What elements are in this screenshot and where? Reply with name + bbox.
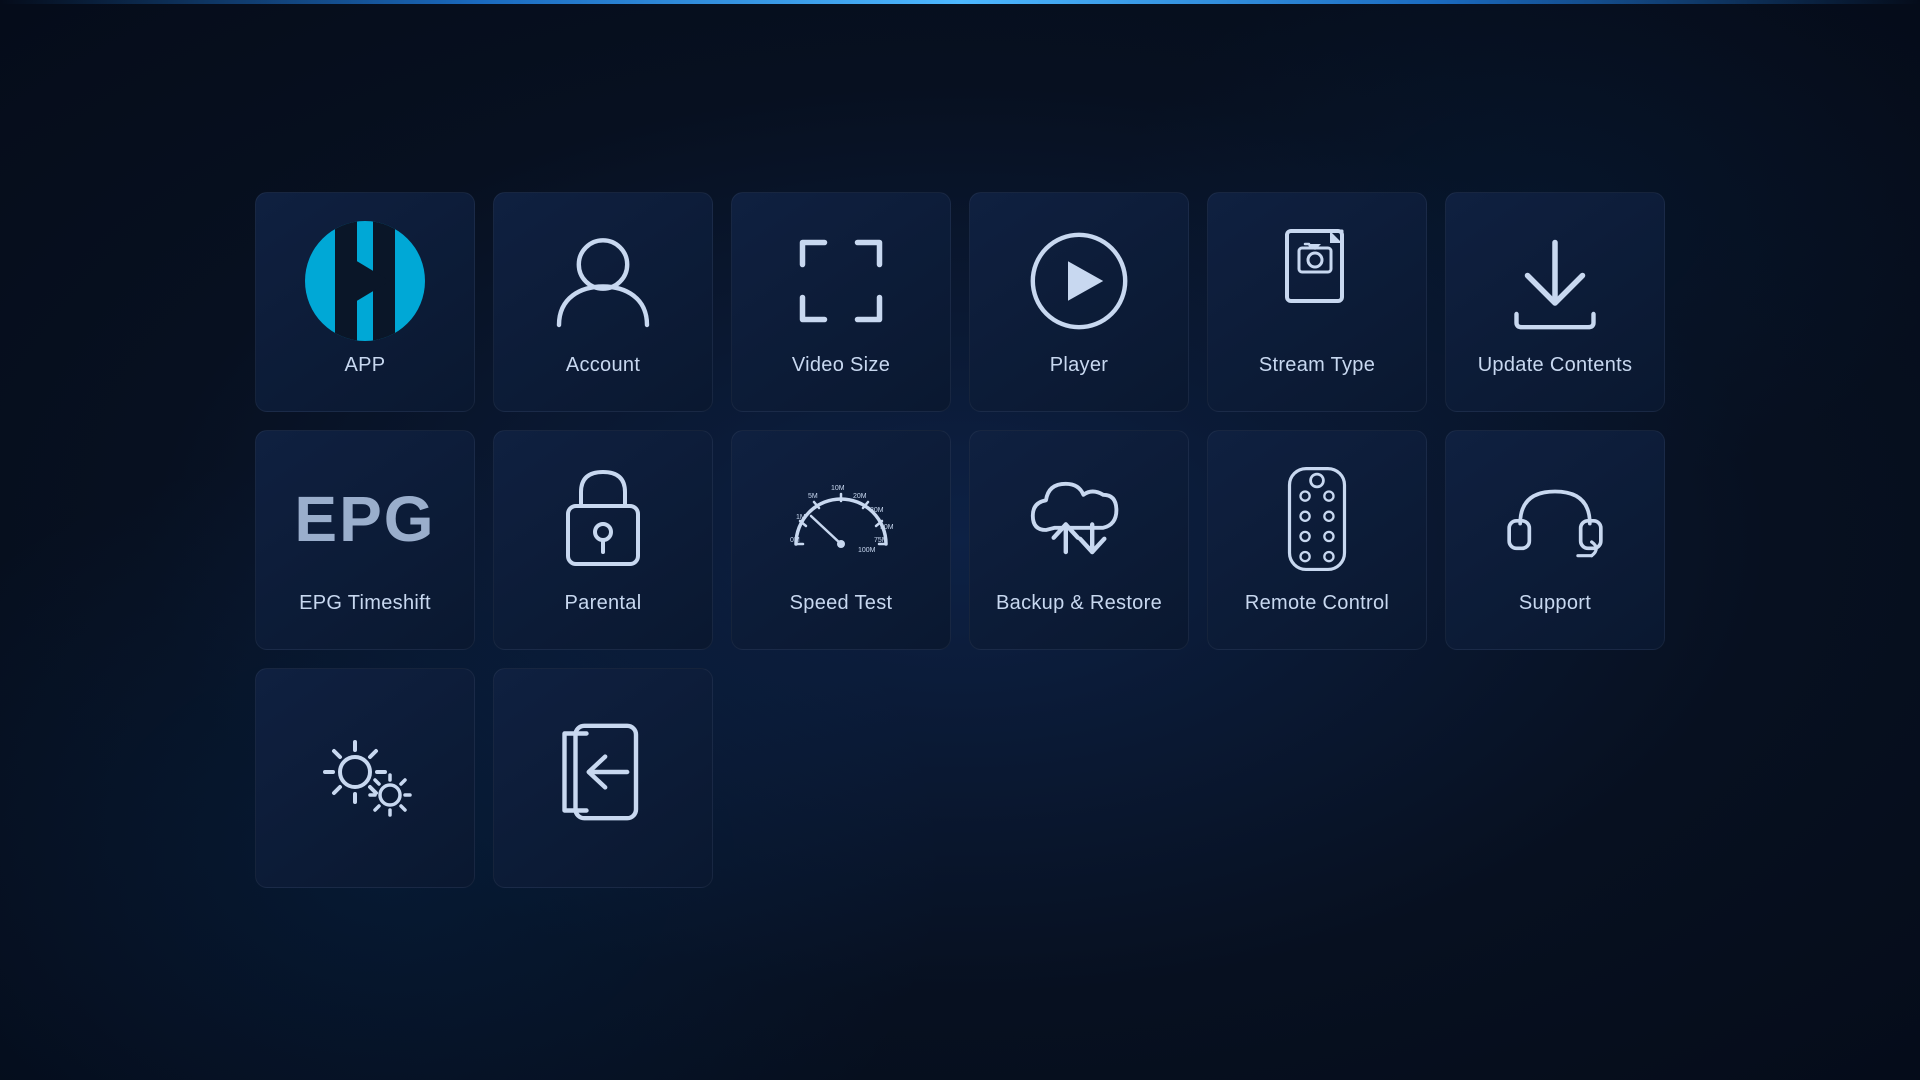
tile-label-epg-timeshift: EPG Timeshift	[299, 592, 431, 615]
tile-label-backup-restore: Backup & Restore	[996, 592, 1162, 615]
account-icon	[548, 226, 658, 336]
tile-app[interactable]: APP	[255, 192, 475, 412]
speed-test-icon: 0M 1M 5M 10M 20M 30M 50M 75M 100M	[786, 464, 896, 574]
logout-icon	[548, 717, 658, 827]
tile-settings[interactable]	[255, 668, 475, 888]
tile-support[interactable]: Support	[1445, 430, 1665, 650]
svg-text:30M: 30M	[870, 507, 884, 514]
support-icon	[1500, 464, 1610, 574]
tile-logout[interactable]	[493, 668, 713, 888]
epg-icon: EPG	[294, 482, 435, 556]
tile-label-account: Account	[566, 354, 640, 377]
tile-stream-type[interactable]: Stream Type	[1207, 192, 1427, 412]
parental-icon	[548, 464, 658, 574]
tile-player[interactable]: Player	[969, 192, 1189, 412]
svg-text:5M: 5M	[808, 493, 818, 500]
tile-account[interactable]: Account	[493, 192, 713, 412]
tile-label-app: APP	[345, 354, 386, 377]
tile-video-size[interactable]: Video Size	[731, 192, 951, 412]
player-icon	[1024, 226, 1134, 336]
svg-text:20M: 20M	[853, 493, 867, 500]
tile-label-speed-test: Speed Test	[790, 592, 893, 615]
stream-type-icon	[1262, 226, 1372, 336]
tile-update-contents[interactable]: Update Contents	[1445, 192, 1665, 412]
settings-icon	[310, 717, 420, 827]
tile-parental[interactable]: Parental	[493, 430, 713, 650]
tile-label-support: Support	[1519, 592, 1591, 615]
video-size-icon	[786, 226, 896, 336]
tile-label-player: Player	[1050, 354, 1109, 377]
svg-text:75M: 75M	[874, 537, 888, 544]
svg-text:10M: 10M	[831, 485, 845, 492]
tile-remote-control[interactable]: Remote Control	[1207, 430, 1427, 650]
tile-speed-test[interactable]: 0M 1M 5M 10M 20M 30M 50M 75M 100M Speed …	[731, 430, 951, 650]
settings-grid: APP Account Video Size Player	[215, 152, 1705, 928]
svg-text:100M: 100M	[858, 547, 876, 554]
app-icon	[305, 221, 425, 341]
backup-restore-icon	[1024, 464, 1134, 574]
svg-text:50M: 50M	[880, 524, 894, 531]
tile-label-video-size: Video Size	[792, 354, 890, 377]
update-contents-icon	[1500, 226, 1610, 336]
remote-control-icon	[1262, 464, 1372, 574]
tile-label-remote-control: Remote Control	[1245, 592, 1389, 615]
tile-epg-timeshift[interactable]: EPG EPG Timeshift	[255, 430, 475, 650]
tile-label-update-contents: Update Contents	[1478, 354, 1633, 377]
svg-text:0M: 0M	[790, 537, 800, 544]
tile-label-parental: Parental	[565, 592, 642, 615]
tile-backup-restore[interactable]: Backup & Restore	[969, 430, 1189, 650]
tile-label-stream-type: Stream Type	[1259, 354, 1375, 377]
svg-text:1M: 1M	[796, 514, 806, 521]
